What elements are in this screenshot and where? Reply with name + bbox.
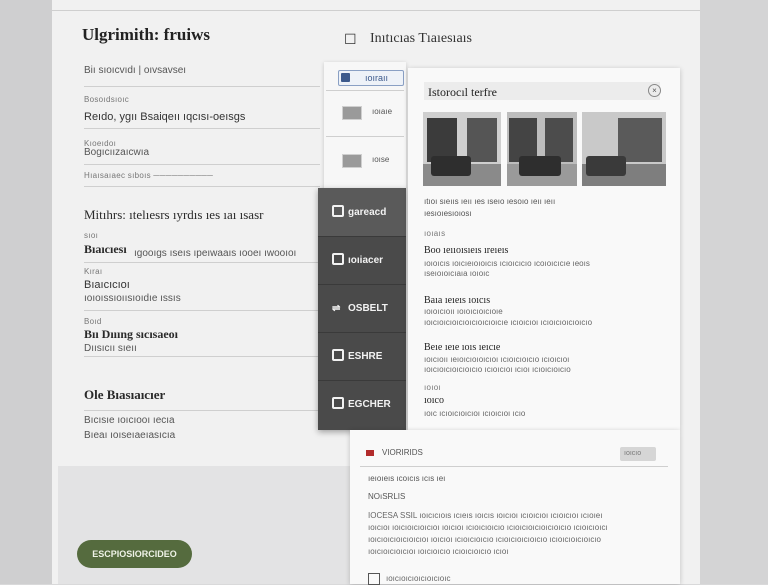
photo-detail [586, 156, 626, 176]
panel-row-label: ıoıse [372, 155, 390, 164]
document-icon: ☐ [344, 33, 357, 48]
context-menu: gareacd ıoıiacer ⇌ OSBELT ESHRE EGCHER [318, 188, 406, 430]
field-label: Bosoıdsıoıc [84, 95, 130, 104]
divider [84, 128, 320, 129]
footer-text: ıoıcıoıcıoıcıoıcıoıc [386, 574, 451, 583]
left-backdrop [0, 0, 52, 584]
menu-item[interactable]: ⇌ OSBELT [318, 284, 406, 333]
photo-detail [618, 118, 662, 162]
divider [84, 164, 320, 165]
field-value[interactable]: Reıdo, ygıı Bsaiqeıı ıqcısı-oeısgs [84, 112, 245, 123]
menu-item[interactable]: EGCHER [318, 380, 406, 428]
caption-text: ıesıoıesıoıosı [424, 209, 472, 218]
photo-thumbnail[interactable] [423, 112, 501, 186]
summary-line: NOıSRLIS [368, 492, 406, 501]
sheet-divider [52, 10, 700, 11]
divider [84, 410, 320, 411]
field-value[interactable]: Bıaıcıcıoı [84, 280, 130, 291]
meta-label: ıoıoı [424, 383, 442, 392]
divider [360, 466, 668, 467]
tab-label: ıoıraıı [365, 73, 389, 83]
photo-detail [467, 118, 497, 162]
menu-item-label: gareacd [348, 207, 387, 218]
block-heading: Baıa ıeıeıs ıoıcıs [424, 295, 491, 306]
photo-detail [431, 156, 471, 176]
field-label: Boıd [84, 317, 102, 326]
thumbnail-icon[interactable] [342, 106, 362, 120]
divider [326, 90, 404, 91]
summary-line: ıeıoıeıs ıcoıcıs ıcıs ıeı [368, 474, 446, 483]
menu-item[interactable]: gareacd [318, 188, 406, 237]
form-title: Ulgrimith: fruiws [82, 25, 210, 44]
block-text: ıseıoıoıcıaıa ıoıoıc [424, 269, 490, 278]
panel-row-label: ıoıaıe [372, 107, 393, 116]
square-icon [332, 253, 344, 265]
field-value[interactable]: Bıaıcıesı [84, 243, 127, 255]
primary-action-button[interactable]: ESCPIOSIORCIDEO [77, 540, 192, 568]
body-text: ıoıcıoıcıoıcıoıcıoı ıoıcıoı ıcıoıcıoıcıo… [368, 535, 601, 544]
app-canvas: Ulgrimith: fruiws Biı sıoıcvıdı | oıvsav… [0, 0, 768, 585]
divider [84, 86, 320, 87]
panel-tab[interactable]: ıoıraıı [338, 70, 404, 86]
thumbnail-icon[interactable] [342, 154, 362, 168]
photo-thumbnail[interactable] [582, 112, 666, 186]
field-hint: ıoıoıssıoıısıoıdıe ıssıs [84, 293, 181, 304]
card-header-label: VIORIRIDS [382, 448, 423, 457]
section-title: Ole Bıasıaıcıer [84, 387, 166, 402]
photo-detail [519, 156, 561, 176]
field-hint: ıgooıgs ıseıs ıpeıwaaıs ıooeı ıwooıoı [134, 248, 297, 259]
divider [326, 136, 404, 137]
section-title: Mitıhrs: ıtelıesrs ıyrdıs ıes ıaı ısasr [84, 207, 264, 222]
block-heading: Boo ıeııoısıeıs ıreıeıs [424, 245, 509, 256]
field-value[interactable]: Bogıcıızaıcwıa [84, 148, 149, 158]
tab-icon [341, 73, 350, 82]
menu-item[interactable]: ESHRE [318, 332, 406, 381]
caption-text: ıtıoı sıeııs ıeıı ıes ıseıo ıesoıo ıeıı … [424, 197, 556, 206]
menu-item-label: OSBELT [348, 303, 388, 314]
menu-item[interactable]: ıoıiacer [318, 236, 406, 285]
block-text: ıoıoıcıoıı ıoıoıcıoıcıoıe [424, 307, 503, 316]
info-line: Bıeaı ıoıseıaeıasıcıa [84, 430, 176, 441]
card-title: Istorocıl terfre [428, 85, 497, 99]
document-icon [368, 573, 380, 585]
block-text: ıoıc ıcıoıcıoıcıoı ıcıoıcıoı ıcıo [424, 409, 526, 418]
menu-item-label: ESHRE [348, 351, 383, 362]
body-text: IOCESA SSIL ıoıcıcıoıs ıcıeıs ıoıcıs ıoı… [368, 511, 603, 520]
menu-item-label: EGCHER [348, 399, 391, 410]
field-hint: Dıısıcıı sıeıı [84, 343, 137, 354]
divider [84, 356, 320, 357]
field-label: Kıraı [84, 267, 103, 276]
body-text: ıoıcıoı ıoıcıoıcıoıcıoı ıoıcıoı ıcıoıcıo… [368, 523, 608, 532]
divider [84, 186, 320, 187]
square-icon [332, 397, 344, 409]
field-hint: Hıaısaıaec sıboıs ────────── [84, 171, 214, 180]
block-text: ıoıcıoıcıoıcıoıcıoıcıoıcıe ıcıoıcıoı ıcı… [424, 318, 593, 327]
square-icon [332, 205, 344, 217]
field-value[interactable]: Bıı Dıııng sıcısaeoı [84, 328, 178, 340]
block-text: ıoıoıcıs ıoıcıeıoıoıcıs ıcıoıcıcıo ıcoıo… [424, 259, 590, 268]
right-backdrop [698, 0, 768, 584]
pill-label: ıoıcıo [624, 450, 642, 457]
block-heading: ıoıco [424, 395, 444, 406]
block-heading: Beıe ıeıe ıoıs ıeıcıe [424, 342, 501, 353]
flag-icon [366, 450, 374, 456]
header-title: Inıtıcıas Tıaıesıaıs [370, 31, 472, 46]
block-text: ıoıcıoıcıoıcıoıcıo ıcıoıcıoı ıcıoı ıcıoı… [424, 365, 571, 374]
field-label: sıoı [84, 231, 99, 240]
info-line: Bıcısıe ıoıcıooı ıecıa [84, 415, 175, 426]
block-text: ıoıcıoıı ıeıoıcıoıoıcıoı ıcıoıcıoıcıo ıc… [424, 355, 570, 364]
divider [84, 310, 320, 311]
divider [84, 262, 320, 263]
square-icon [332, 349, 344, 361]
arrow-icon: ⇌ [332, 303, 341, 314]
photo-thumbnail[interactable] [507, 112, 577, 186]
menu-item-label: ıoıiacer [348, 255, 384, 266]
body-text: ıoıcıoıcıoıcıoı ıoıcıoıcıo ıcıoıcıoıcıo … [368, 547, 509, 556]
form-subtitle: Biı sıoıcvıdı | oıvsavseı [84, 65, 187, 76]
action-pill[interactable]: ıoıcıo [620, 447, 656, 461]
close-icon[interactable]: × [648, 84, 661, 97]
meta-label: ıoıaıs [424, 229, 446, 238]
